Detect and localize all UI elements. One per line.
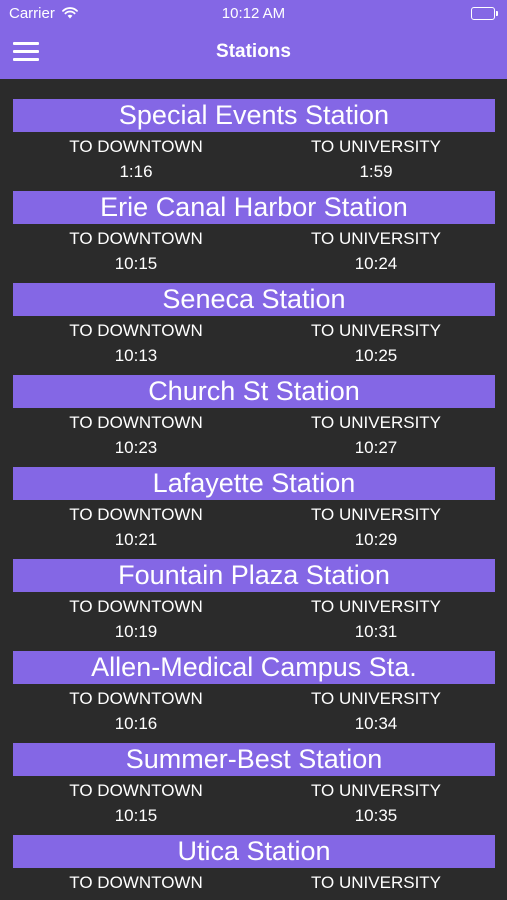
to-university-time: 10:25 bbox=[354, 346, 398, 365]
to-downtown-time: 10:23 bbox=[114, 438, 158, 457]
station-name: Fountain Plaza Station bbox=[13, 559, 495, 592]
station-card[interactable]: Seneca Station TO DOWNTOWN TO UNIVERSITY 10… bbox=[0, 283, 507, 375]
header: Carrier 10:12 AM Stations bbox=[0, 0, 507, 79]
to-downtown-time: 1:16 bbox=[119, 162, 153, 181]
status-bar: Carrier 10:12 AM bbox=[0, 0, 507, 28]
to-university-time: 10:29 bbox=[354, 530, 398, 549]
page-title: Stations bbox=[216, 41, 291, 62]
to-university-label: TO UNIVERSITY bbox=[310, 137, 442, 156]
to-downtown-time: 10:19 bbox=[114, 622, 158, 641]
station-name: Seneca Station bbox=[13, 283, 495, 316]
station-card[interactable]: Special Events Station TO DOWNTOWN TO UNIV… bbox=[0, 99, 507, 191]
station-card[interactable]: Utica Station TO DOWNTOWN TO UNIVERSITY bbox=[0, 835, 507, 900]
station-name: Utica Station bbox=[13, 835, 495, 868]
to-university-time: 10:24 bbox=[354, 254, 398, 273]
station-card[interactable]: Summer-Best Station TO DOWNTOWN TO UNIVERS… bbox=[0, 743, 507, 835]
to-university-time: 1:59 bbox=[359, 162, 393, 181]
to-downtown-label: TO DOWNTOWN bbox=[69, 873, 203, 892]
to-downtown-time: 10:21 bbox=[114, 530, 158, 549]
station-card[interactable]: Erie Canal Harbor Station TO DOWNTOWN TO U… bbox=[0, 191, 507, 283]
to-downtown-time: 10:16 bbox=[114, 714, 158, 733]
to-downtown-label: TO DOWNTOWN bbox=[69, 321, 203, 340]
to-downtown-label: TO DOWNTOWN bbox=[69, 689, 203, 708]
station-name: Church St Station bbox=[13, 375, 495, 408]
to-university-time: 10:35 bbox=[354, 806, 398, 825]
to-university-label: TO UNIVERSITY bbox=[310, 505, 442, 524]
to-downtown-time: 10:15 bbox=[114, 806, 158, 825]
to-downtown-label: TO DOWNTOWN bbox=[69, 229, 203, 248]
to-downtown-label: TO DOWNTOWN bbox=[69, 597, 203, 616]
to-downtown-time: 10:15 bbox=[114, 254, 158, 273]
battery-icon bbox=[471, 7, 498, 20]
to-university-time: 10:34 bbox=[354, 714, 398, 733]
to-university-label: TO UNIVERSITY bbox=[310, 781, 442, 800]
station-name: Allen-Medical Campus Sta. bbox=[13, 651, 495, 684]
to-downtown-label: TO DOWNTOWN bbox=[69, 413, 203, 432]
to-university-time: 10:31 bbox=[354, 622, 398, 641]
station-list[interactable]: Special Events Station TO DOWNTOWN TO UNIV… bbox=[0, 99, 507, 900]
to-university-label: TO UNIVERSITY bbox=[310, 873, 442, 892]
station-name: Summer-Best Station bbox=[13, 743, 495, 776]
to-university-label: TO UNIVERSITY bbox=[310, 321, 442, 340]
station-card[interactable]: Lafayette Station TO DOWNTOWN TO UNIVERSIT… bbox=[0, 467, 507, 559]
to-university-label: TO UNIVERSITY bbox=[310, 229, 442, 248]
station-card[interactable]: Church St Station TO DOWNTOWN TO UNIVERSIT… bbox=[0, 375, 507, 467]
to-downtown-time: 10:13 bbox=[114, 346, 158, 365]
station-card[interactable]: Fountain Plaza Station TO DOWNTOWN TO UNIV… bbox=[0, 559, 507, 651]
to-university-time: 10:27 bbox=[354, 438, 398, 457]
to-university-label: TO UNIVERSITY bbox=[310, 597, 442, 616]
to-university-label: TO UNIVERSITY bbox=[310, 413, 442, 432]
to-downtown-label: TO DOWNTOWN bbox=[69, 137, 203, 156]
stations-screen: Carrier 10:12 AM Stations Special Events… bbox=[0, 0, 507, 900]
to-university-label: TO UNIVERSITY bbox=[310, 689, 442, 708]
station-name: Special Events Station bbox=[13, 99, 495, 132]
to-downtown-label: TO DOWNTOWN bbox=[69, 505, 203, 524]
nav-bar: Stations bbox=[0, 28, 507, 79]
to-downtown-label: TO DOWNTOWN bbox=[69, 781, 203, 800]
station-name: Erie Canal Harbor Station bbox=[13, 191, 495, 224]
status-time: 10:12 AM bbox=[221, 5, 286, 22]
station-name: Lafayette Station bbox=[13, 467, 495, 500]
station-card[interactable]: Allen-Medical Campus Sta. TO DOWNTOWN TO U… bbox=[0, 651, 507, 743]
